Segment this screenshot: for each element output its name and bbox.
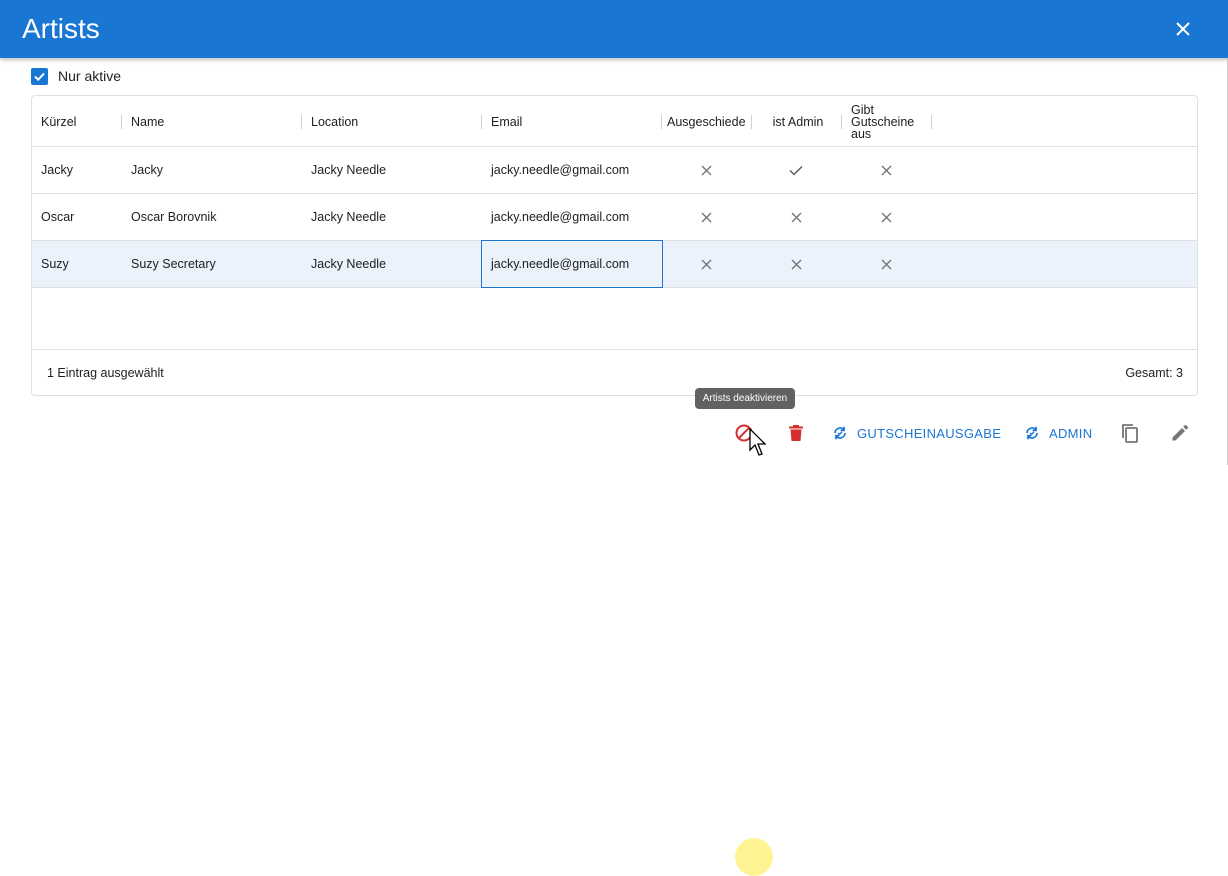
- table-row[interactable]: Oscar Oscar Borovnik Jacky Needle jacky.…: [32, 194, 1197, 241]
- cell-location[interactable]: Jacky Needle: [311, 147, 481, 193]
- cross-icon: [701, 259, 711, 269]
- cell-name[interactable]: Jacky: [131, 147, 301, 193]
- admin-button[interactable]: ADMIN: [1024, 418, 1092, 448]
- check-icon: [789, 165, 803, 176]
- column-header-ausgeschieden[interactable]: Ausgeschiede: [667, 96, 749, 147]
- column-header-email[interactable]: Email: [491, 96, 661, 147]
- cell-location[interactable]: Jacky Needle: [311, 241, 481, 287]
- column-header-location[interactable]: Location: [311, 96, 481, 147]
- column-header-admin[interactable]: ist Admin: [755, 96, 841, 147]
- artists-table: Kürzel Name Location Email Ausgeschiede …: [31, 95, 1198, 396]
- column-separator[interactable]: [301, 115, 302, 129]
- edit-button[interactable]: [1165, 418, 1195, 448]
- cell-gutscheine[interactable]: [841, 194, 931, 240]
- cell-admin[interactable]: [751, 194, 841, 240]
- artists-dialog: Artists Nur aktive Kürzel Name Location …: [0, 0, 1228, 876]
- cell-ausgeschieden[interactable]: [661, 147, 751, 193]
- dialog-titlebar: Artists: [0, 0, 1228, 58]
- dialog-actions: GUTSCHEINAUSGABE ADMIN: [0, 418, 1227, 876]
- cell-gutscheine[interactable]: [841, 241, 931, 287]
- admin-label: ADMIN: [1049, 425, 1093, 441]
- table-header: Kürzel Name Location Email Ausgeschiede …: [32, 96, 1197, 147]
- pencil-icon: [1172, 424, 1189, 441]
- copy-button[interactable]: [1115, 418, 1145, 448]
- tooltip: Artists deaktivieren: [695, 388, 795, 409]
- table-row-selected[interactable]: Suzy Suzy Secretary Jacky Needle jacky.n…: [32, 240, 1197, 288]
- cell-email[interactable]: jacky.needle@gmail.com: [491, 147, 661, 193]
- selection-count: 1 Eintrag ausgewählt: [47, 366, 164, 380]
- column-separator[interactable]: [841, 115, 842, 129]
- cell-kuerzel[interactable]: Oscar: [41, 194, 121, 240]
- cross-icon: [701, 212, 711, 222]
- table-footer: 1 Eintrag ausgewählt Gesamt: 3: [32, 349, 1197, 396]
- total-count: Gesamt: 3: [1125, 366, 1183, 380]
- trash-icon: [789, 425, 803, 441]
- cross-icon: [701, 165, 711, 175]
- column-header-gutscheine[interactable]: Gibt Gutscheine aus: [851, 96, 921, 147]
- close-icon: [1176, 22, 1190, 36]
- cell-name[interactable]: Oscar Borovnik: [131, 194, 301, 240]
- cell-location[interactable]: Jacky Needle: [311, 194, 481, 240]
- cross-icon: [791, 259, 801, 269]
- copy-icon: [1122, 424, 1138, 443]
- nur-aktive-label: Nur aktive: [58, 68, 122, 84]
- close-button[interactable]: [1168, 14, 1198, 44]
- cell-ausgeschieden[interactable]: [661, 241, 751, 287]
- cell-email[interactable]: jacky.needle@gmail.com: [491, 194, 661, 240]
- cell-name[interactable]: Suzy Secretary: [131, 241, 301, 287]
- cell-admin[interactable]: [751, 241, 841, 287]
- cell-admin[interactable]: [751, 147, 841, 193]
- cell-email-focused[interactable]: jacky.needle@gmail.com: [481, 240, 663, 288]
- gutscheinausgabe-button[interactable]: GUTSCHEINAUSGABE: [832, 418, 1001, 448]
- gutscheinausgabe-label: GUTSCHEINAUSGABE: [857, 425, 1002, 441]
- nur-aktive-filter[interactable]: Nur aktive: [31, 67, 121, 85]
- column-separator[interactable]: [121, 115, 122, 129]
- nur-aktive-checkbox[interactable]: [31, 67, 48, 85]
- cell-gutscheine[interactable]: [841, 147, 931, 193]
- delete-button[interactable]: [781, 418, 811, 448]
- toggle-icon: [834, 426, 846, 440]
- cursor-highlight: [735, 838, 773, 876]
- dialog-title: Artists: [22, 13, 100, 44]
- cross-icon: [881, 212, 891, 222]
- column-header-name[interactable]: Name: [131, 96, 301, 147]
- cross-icon: [881, 259, 891, 269]
- column-separator[interactable]: [931, 115, 932, 129]
- column-header-kuerzel[interactable]: Kürzel: [41, 96, 121, 147]
- column-separator[interactable]: [751, 115, 752, 129]
- check-icon: [34, 72, 45, 81]
- cross-icon: [791, 212, 801, 222]
- toggle-icon: [1026, 426, 1038, 440]
- cross-icon: [881, 165, 891, 175]
- cell-ausgeschieden[interactable]: [661, 194, 751, 240]
- table-row[interactable]: Jacky Jacky Jacky Needle jacky.needle@gm…: [32, 147, 1197, 194]
- column-separator[interactable]: [481, 115, 482, 129]
- cell-kuerzel[interactable]: Jacky: [41, 147, 121, 193]
- column-separator[interactable]: [661, 115, 662, 129]
- cell-kuerzel[interactable]: Suzy: [41, 241, 121, 287]
- mouse-pointer-icon: [749, 428, 767, 456]
